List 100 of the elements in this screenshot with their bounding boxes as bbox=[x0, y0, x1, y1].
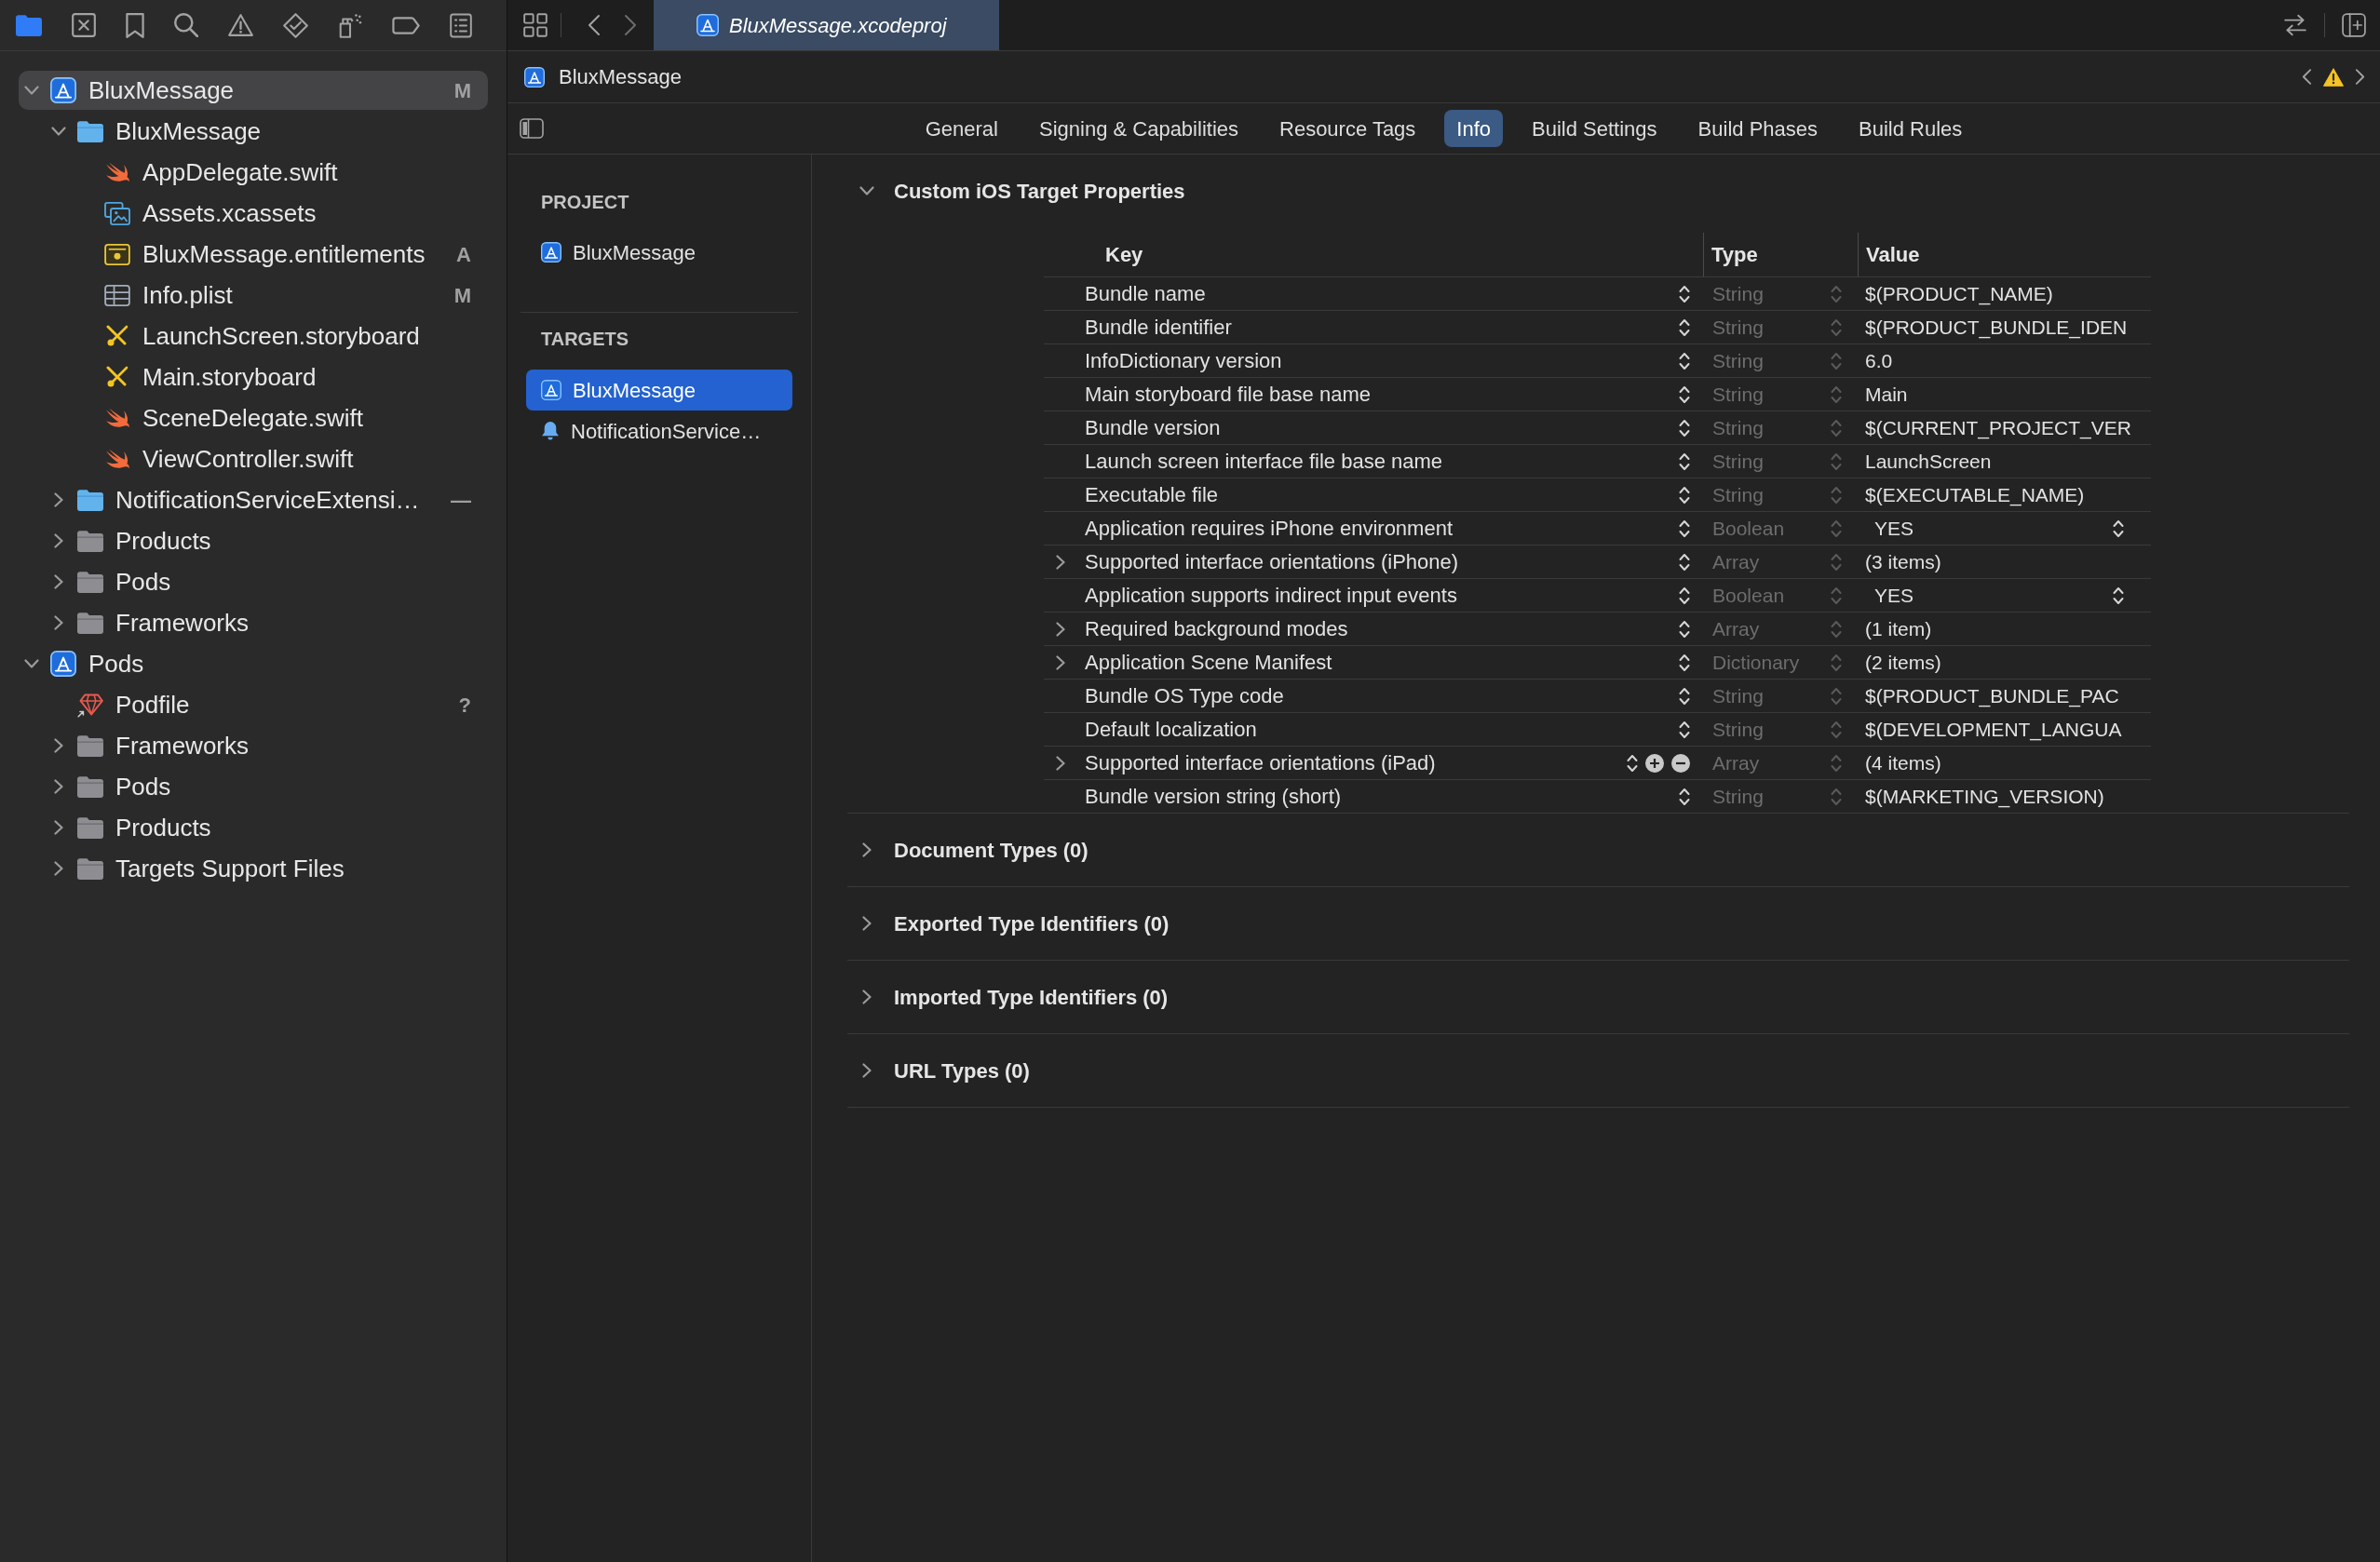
tree-row[interactable]: Info.plist M bbox=[19, 276, 488, 315]
chevron-right-icon[interactable] bbox=[1056, 755, 1065, 771]
chevron-right-icon[interactable] bbox=[54, 615, 63, 630]
app-icon bbox=[50, 77, 76, 103]
tree-row[interactable]: BluxMessage bbox=[19, 112, 488, 151]
tree-row[interactable]: Products bbox=[19, 521, 488, 560]
tab[interactable]: Build Rules bbox=[1846, 110, 1975, 147]
chevron-right-icon[interactable] bbox=[1056, 621, 1065, 637]
warning-icon[interactable] bbox=[2323, 67, 2344, 87]
property-key: Application requires iPhone environment bbox=[1085, 513, 1453, 544]
tree-row[interactable]: BluxMessage.entitlements A bbox=[19, 235, 488, 274]
tree-row[interactable]: LaunchScreen.storyboard bbox=[19, 316, 488, 356]
target-item[interactable]: BluxMessage bbox=[526, 232, 792, 273]
property-value: $(EXECUTABLE_NAME) bbox=[1865, 482, 2085, 508]
property-type: String bbox=[1712, 683, 1764, 708]
folder-icon bbox=[77, 775, 103, 798]
folder-icon bbox=[77, 816, 103, 839]
property-row[interactable]: Application Scene Manifest Dictionary (2 items) bbox=[1044, 645, 2151, 679]
chevron-right-icon[interactable] bbox=[54, 533, 63, 548]
chevron-right-icon[interactable] bbox=[54, 820, 63, 835]
value-popup[interactable]: YES bbox=[1865, 580, 2135, 611]
tab[interactable]: Build Settings bbox=[1520, 110, 1670, 147]
chevron-right-icon[interactable] bbox=[54, 492, 63, 507]
tree-row[interactable]: ViewController.swift bbox=[19, 439, 488, 478]
target-item[interactable]: BluxMessage bbox=[526, 370, 792, 411]
grid-icon[interactable] bbox=[523, 13, 548, 37]
tree-row[interactable]: AppDelegate.swift bbox=[19, 153, 488, 192]
chevron-right-icon[interactable] bbox=[54, 861, 63, 876]
tree-row[interactable]: Frameworks bbox=[19, 726, 488, 765]
property-value: $(PRODUCT_BUNDLE_PAC bbox=[1865, 683, 2119, 709]
chevron-right-icon[interactable] bbox=[54, 574, 63, 589]
tree-row[interactable]: SceneDelegate.swift bbox=[19, 398, 488, 438]
tree-row[interactable]: Podfile ? bbox=[19, 685, 488, 724]
chevron-right-icon[interactable] bbox=[1056, 654, 1065, 670]
minus-circle-icon[interactable] bbox=[1671, 753, 1690, 773]
tree-row[interactable]: Assets.xcassets bbox=[19, 194, 488, 233]
x-square-icon[interactable] bbox=[72, 13, 96, 37]
search-icon[interactable] bbox=[174, 13, 198, 37]
tree-row[interactable]: NotificationServiceExtensi… — bbox=[19, 480, 488, 519]
tab[interactable]: Info bbox=[1444, 110, 1504, 147]
chevron-right-icon[interactable] bbox=[54, 738, 63, 753]
chevron-down-icon[interactable] bbox=[859, 186, 874, 195]
app-icon bbox=[524, 66, 545, 88]
tab[interactable]: General bbox=[913, 110, 1010, 147]
editor-tab[interactable]: BluxMessage.xcodeproj bbox=[654, 0, 999, 50]
chevron-right-icon[interactable] bbox=[862, 916, 872, 931]
diamond-check-icon[interactable] bbox=[283, 12, 308, 38]
tree-row[interactable]: BluxMessage M bbox=[19, 71, 488, 110]
property-row[interactable]: Supported interface orientations (iPhone) Array (3 items) bbox=[1044, 545, 2151, 578]
chevron-down-icon[interactable] bbox=[24, 659, 39, 668]
chevron-right-icon[interactable] bbox=[624, 13, 637, 37]
status-letter: ? bbox=[457, 692, 471, 719]
tab[interactable]: Signing & Capabilities bbox=[1027, 110, 1251, 147]
bell-icon bbox=[541, 421, 560, 441]
plus-circle-icon[interactable] bbox=[1645, 753, 1664, 773]
tree-row[interactable]: Pods bbox=[19, 644, 488, 683]
value-popup[interactable]: YES bbox=[1865, 513, 2135, 544]
target-item[interactable]: NotificationService… bbox=[526, 411, 792, 451]
tag-icon[interactable] bbox=[392, 16, 420, 34]
chevron-right-icon[interactable] bbox=[2355, 68, 2365, 86]
property-key: Required background modes bbox=[1085, 613, 1348, 644]
chevron-right-icon[interactable] bbox=[862, 1063, 872, 1078]
property-type: String bbox=[1712, 315, 1764, 340]
table-icon bbox=[104, 284, 130, 306]
folder-icon bbox=[77, 120, 103, 142]
tab[interactable]: Build Phases bbox=[1685, 110, 1830, 147]
swap-arrows-icon[interactable] bbox=[2283, 13, 2307, 37]
property-row[interactable]: Application requires iPhone environment Boolean YES bbox=[1044, 511, 2151, 545]
bookmark-icon[interactable] bbox=[126, 12, 144, 38]
section-title: Imported Type Identifiers (0) bbox=[894, 984, 1169, 1011]
property-key: Supported interface orientations (iPad) bbox=[1085, 747, 1436, 778]
section-title: Exported Type Identifiers (0) bbox=[894, 910, 1170, 937]
chevron-right-icon[interactable] bbox=[54, 779, 63, 794]
tree-row[interactable]: Main.storyboard bbox=[19, 357, 488, 397]
property-row[interactable]: Application supports indirect input events Boolean YES bbox=[1044, 578, 2151, 612]
spray-bottle-icon[interactable] bbox=[338, 12, 362, 38]
sidebar-icon[interactable] bbox=[520, 118, 544, 139]
property-row[interactable]: Supported interface orientations (iPad) Array (4 items) bbox=[1044, 746, 2151, 779]
folder-icon[interactable] bbox=[16, 14, 42, 36]
chevron-left-icon[interactable] bbox=[2302, 68, 2312, 86]
list-icon[interactable] bbox=[450, 12, 472, 38]
chevron-left-icon[interactable] bbox=[588, 13, 601, 37]
tree-row[interactable]: Targets Support Files bbox=[19, 849, 488, 888]
property-row[interactable]: Required background modes Array (1 item) bbox=[1044, 612, 2151, 645]
property-value: $(PRODUCT_NAME) bbox=[1865, 281, 2053, 307]
chevron-right-icon[interactable] bbox=[1056, 554, 1065, 570]
tree-row[interactable]: Pods bbox=[19, 562, 488, 601]
breadcrumb-item[interactable]: BluxMessage bbox=[524, 61, 683, 92]
warning-icon[interactable] bbox=[228, 14, 253, 36]
tree-row[interactable]: Products bbox=[19, 808, 488, 847]
chevron-down-icon[interactable] bbox=[24, 86, 39, 95]
chevron-down-icon[interactable] bbox=[51, 127, 66, 136]
property-value: $(PRODUCT_BUNDLE_IDEN bbox=[1865, 315, 2128, 341]
chevron-right-icon[interactable] bbox=[862, 990, 872, 1004]
add-editor-icon[interactable] bbox=[2342, 13, 2366, 37]
tab[interactable]: Resource Tags bbox=[1267, 110, 1428, 147]
tree-row[interactable]: Frameworks bbox=[19, 603, 488, 642]
tree-row[interactable]: Pods bbox=[19, 767, 488, 806]
property-type: String bbox=[1712, 348, 1764, 373]
chevron-right-icon[interactable] bbox=[862, 842, 872, 857]
